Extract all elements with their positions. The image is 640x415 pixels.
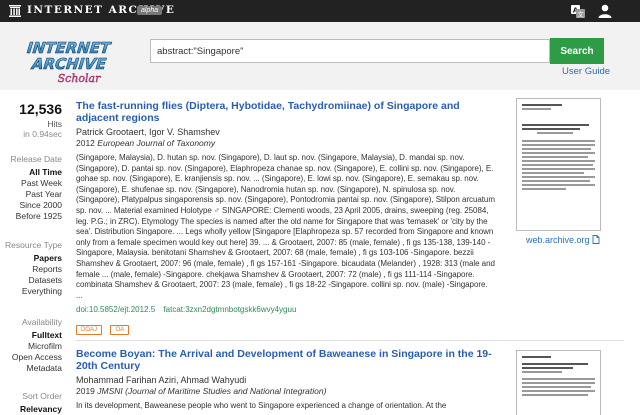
oa-badge: OA (110, 325, 130, 336)
fatcat-link[interactable]: fatcat:3zxn2dgtmnbotgskk6wvy4yguu (163, 305, 296, 314)
facet-item-past-year[interactable]: Past Year (10, 189, 62, 200)
pdf-file-icon (592, 235, 600, 244)
result-authors: Patrick Grootaert, Igor V. Shamshev (76, 127, 220, 137)
alpha-badge: alpha (137, 6, 163, 15)
result-snippet: In its development, Baweanese people who… (76, 401, 447, 410)
facet-item-datasets[interactable]: Datasets (5, 275, 62, 286)
facet-item-since-2000[interactable]: Since 2000 (10, 200, 62, 211)
result-title-link[interactable]: Become Boyan: The Arrival and Developmen… (76, 348, 496, 372)
hits-count: 12,536 (19, 101, 62, 117)
facet-title: Resource Type (4, 240, 62, 250)
facet-title: Sort Order (22, 391, 62, 401)
hit-stats: 12,536 Hits in 0.94sec (19, 101, 62, 139)
facet-item-reports[interactable]: Reports (5, 264, 62, 275)
scholar-logo[interactable]: INTERNET ARCHIVE Scholar (17, 36, 123, 86)
internet-archive-logo-icon[interactable] (8, 4, 22, 18)
result-journal: European Journal of Taxonomy (97, 138, 216, 148)
doi-link[interactable]: doi:10.5852/ejt.2012.5 (76, 305, 155, 314)
hits-time: in 0.94sec (23, 129, 62, 139)
search-input[interactable] (150, 39, 550, 63)
result-authors: Mohammad Farihan Aziri, Ahmad Wahyudi (76, 375, 247, 385)
facet-item-microfilm[interactable]: Microfilm (12, 341, 62, 352)
facet-item-papers[interactable]: Papers (5, 253, 62, 264)
web-archive-label: web.archive.org (526, 235, 590, 245)
search-button[interactable]: Search (550, 38, 604, 64)
language-icon[interactable]: A 文 (570, 3, 586, 19)
facet-availability: Availability Fulltext Microfilm Open Acc… (12, 317, 62, 374)
facet-item-everything[interactable]: Everything (5, 286, 62, 297)
doaj-badge: DOAJ (76, 325, 103, 336)
result-item: Become Boyan: The Arrival and Developmen… (76, 348, 496, 412)
facet-item-relevancy[interactable]: Relevancy (20, 404, 62, 415)
svg-text:Scholar: Scholar (58, 72, 101, 85)
facet-item-past-week[interactable]: Past Week (10, 178, 62, 189)
thumbnail-page-preview (522, 104, 595, 192)
hits-label: Hits (47, 119, 62, 129)
result-divider (76, 340, 624, 341)
user-guide-link[interactable]: User Guide (562, 66, 610, 77)
facet-title: Release Date (10, 154, 62, 164)
facet-item-metadata[interactable]: Metadata (12, 363, 62, 374)
facet-item-fulltext[interactable]: Fulltext (12, 330, 62, 341)
user-icon[interactable] (597, 3, 613, 19)
facet-item-before-1925[interactable]: Before 1925 (10, 211, 62, 222)
result-thumbnail[interactable] (516, 98, 601, 231)
result-journal: JMSNI (Journal of Maritime Studies and N… (97, 386, 327, 396)
facet-resource-type: Resource Type Papers Reports Datasets Ev… (5, 240, 62, 297)
result-identifiers: doi:10.5852/ejt.2012.5 fatcat:3zxn2dgtmn… (76, 304, 496, 315)
result-title-link[interactable]: The fast-running flies (Diptera, Hybotid… (76, 100, 496, 124)
search-header: INTERNET ARCHIVE Scholar Search User Gui… (0, 22, 640, 90)
result-year: 2019 (76, 386, 95, 396)
result-year: 2012 (76, 138, 95, 148)
top-bar: INTERNET ARCHIVE alpha A 文 (0, 0, 640, 22)
facet-title: Availability (21, 317, 62, 327)
facet-release-date: Release Date All Time Past Week Past Yea… (10, 154, 62, 222)
result-snippet: (Singapore, Malaysia), D. hutan sp. nov.… (76, 153, 495, 300)
web-archive-link[interactable]: web.archive.org (526, 235, 600, 245)
result-venue: 2019 JMSNI (Journal of Maritime Studies … (76, 386, 496, 397)
facet-item-all-time[interactable]: All Time (10, 167, 62, 178)
access-badges: DOAJ OA (76, 318, 496, 336)
facet-sort-order: Sort Order Relevancy (20, 391, 62, 415)
thumbnail-page-preview (522, 356, 595, 398)
svg-text:文: 文 (577, 10, 584, 19)
result-item: The fast-running flies (Diptera, Hybotid… (76, 100, 496, 336)
result-venue: 2012 European Journal of Taxonomy (76, 138, 496, 149)
facet-item-open-access[interactable]: Open Access (12, 352, 62, 363)
svg-text:ARCHIVE: ARCHIVE (30, 55, 108, 73)
result-thumbnail[interactable] (516, 350, 601, 415)
